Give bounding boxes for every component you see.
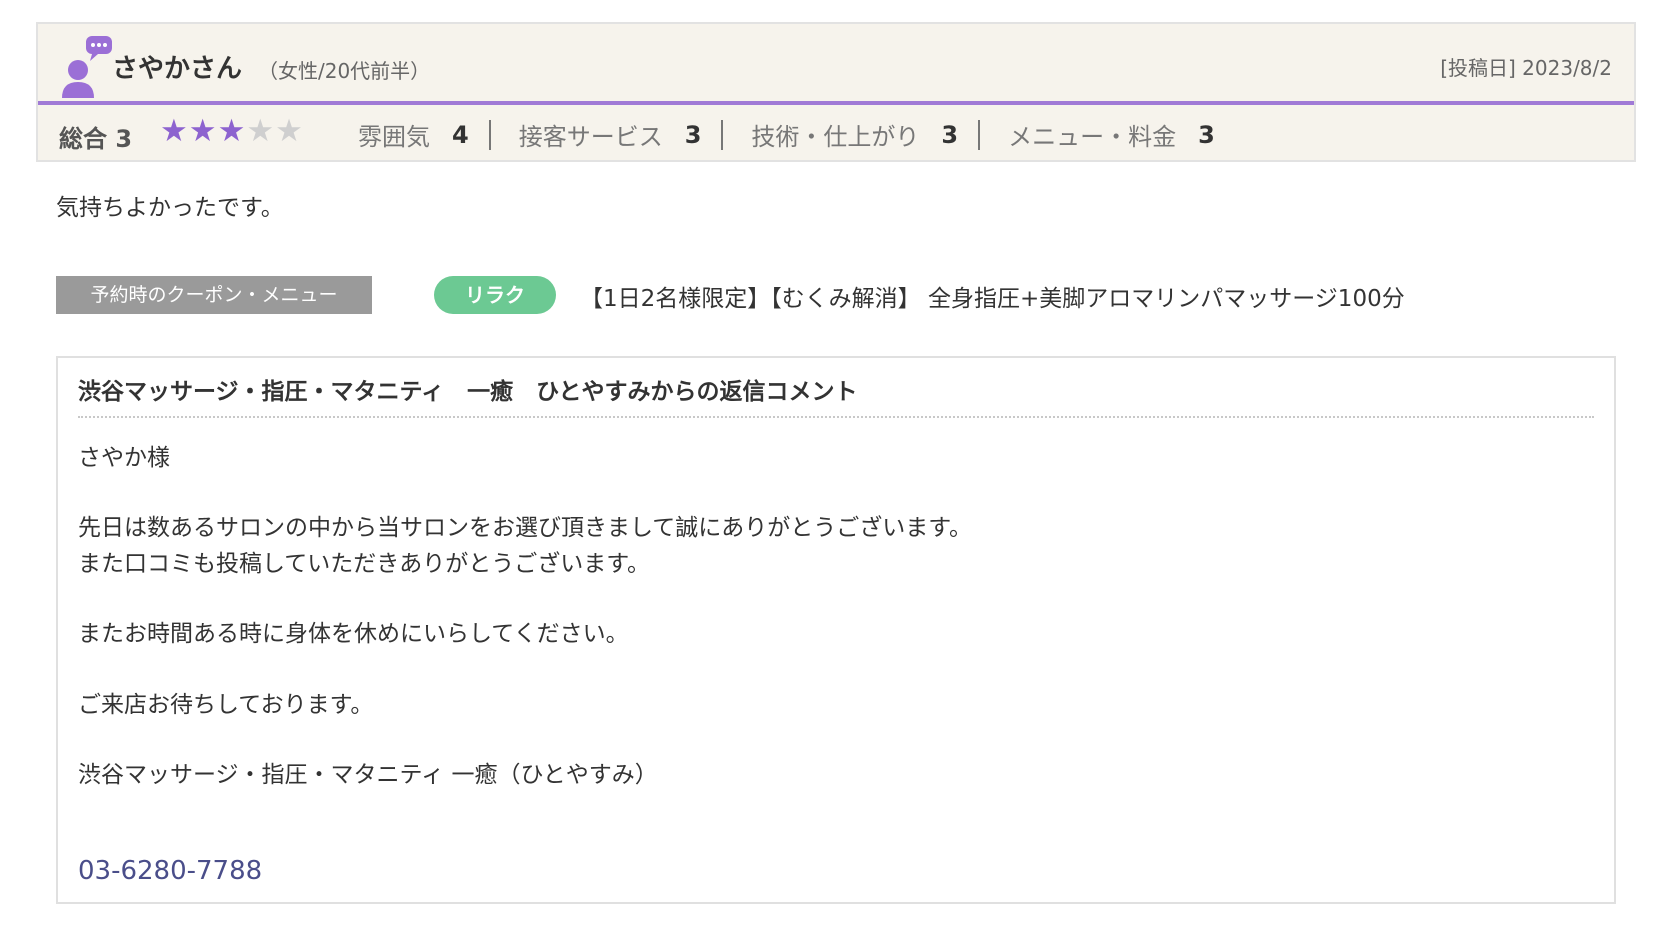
reply-line: ご来店お待ちしております。 [78,692,374,718]
salon-phone-link[interactable]: 03-6280-7788 [78,856,262,886]
sub-rating-label: 技術・仕上がり [751,123,920,151]
sub-rating-label: メニュー・料金 [1008,123,1177,151]
star-rating: ★★★★★ [160,113,304,149]
rating-row: 総合 3 ★★★★★ 雰囲気 4 接客サービス 3 技術・仕上がり 3 メニュー… [38,107,1634,162]
coupon-menu-name[interactable]: 【1日2名様限定】【むくみ解消】 全身指圧+美脚アロマリンパマッサージ100分 [580,279,1405,313]
sub-rating-score: 4 [452,120,469,149]
divider [488,119,491,150]
reply-line: また口コミも投稿していただきありがとうございます。 [78,551,651,577]
divider [978,119,981,150]
star-filled-icon: ★★★ [160,113,247,149]
coupon-menu-label: 予約時のクーポン・メニュー [56,276,372,314]
sub-rating-score: 3 [1198,120,1215,149]
sub-rating-score: 3 [941,120,959,149]
divider [721,119,724,150]
reply-greeting: さやか様 [78,445,170,471]
reply-title: 渋谷マッサージ・指圧・マタニティ 一癒 ひとやすみからの返信コメント [78,379,858,405]
salon-reply-box: 渋谷マッサージ・指圧・マタニティ 一癒 ひとやすみからの返信コメント さやか様 … [56,356,1616,904]
review-body-text: 気持ちよかったです。 [56,195,284,221]
sub-rating-label: 接客サービス [518,123,663,151]
review-header: さやかさん （女性/20代前半） [投稿日] 2023/8/2 [38,24,1634,105]
sub-rating-technique: 技術・仕上がり 3 [751,117,1008,152]
sub-rating-atmosphere: 雰囲気 4 [358,117,519,152]
sub-rating-menu-price: メニュー・料金 3 [1008,117,1235,152]
sub-rating-label: 雰囲気 [358,123,430,151]
sub-ratings: 雰囲気 4 接客サービス 3 技術・仕上がり 3 メニュー・料金 3 [358,117,1235,152]
reviewer-demographic: （女性/20代前半） [258,59,431,83]
reply-signature: 渋谷マッサージ・指圧・マタニティ 一癒（ひとやすみ） [78,762,658,788]
coupon-category-badge: リラク [434,276,556,314]
reply-line: またお時間ある時に身体を休めにいらしてください。 [78,621,629,647]
reply-divider [78,416,1594,418]
review-card: さやかさん （女性/20代前半） [投稿日] 2023/8/2 総合 3 ★★★… [36,22,1636,162]
reply-line: 先日は数あるサロンの中から当サロンをお選び頂きまして誠にありがとうございます。 [78,515,973,541]
sub-rating-score: 3 [684,120,702,149]
reviewer-name: さやかさん [112,54,243,84]
post-date: [投稿日] 2023/8/2 [1440,56,1612,80]
sub-rating-service: 接客サービス 3 [519,117,752,152]
star-empty-icon: ★★ [246,113,304,149]
overall-rating: 総合 3 [59,125,133,153]
